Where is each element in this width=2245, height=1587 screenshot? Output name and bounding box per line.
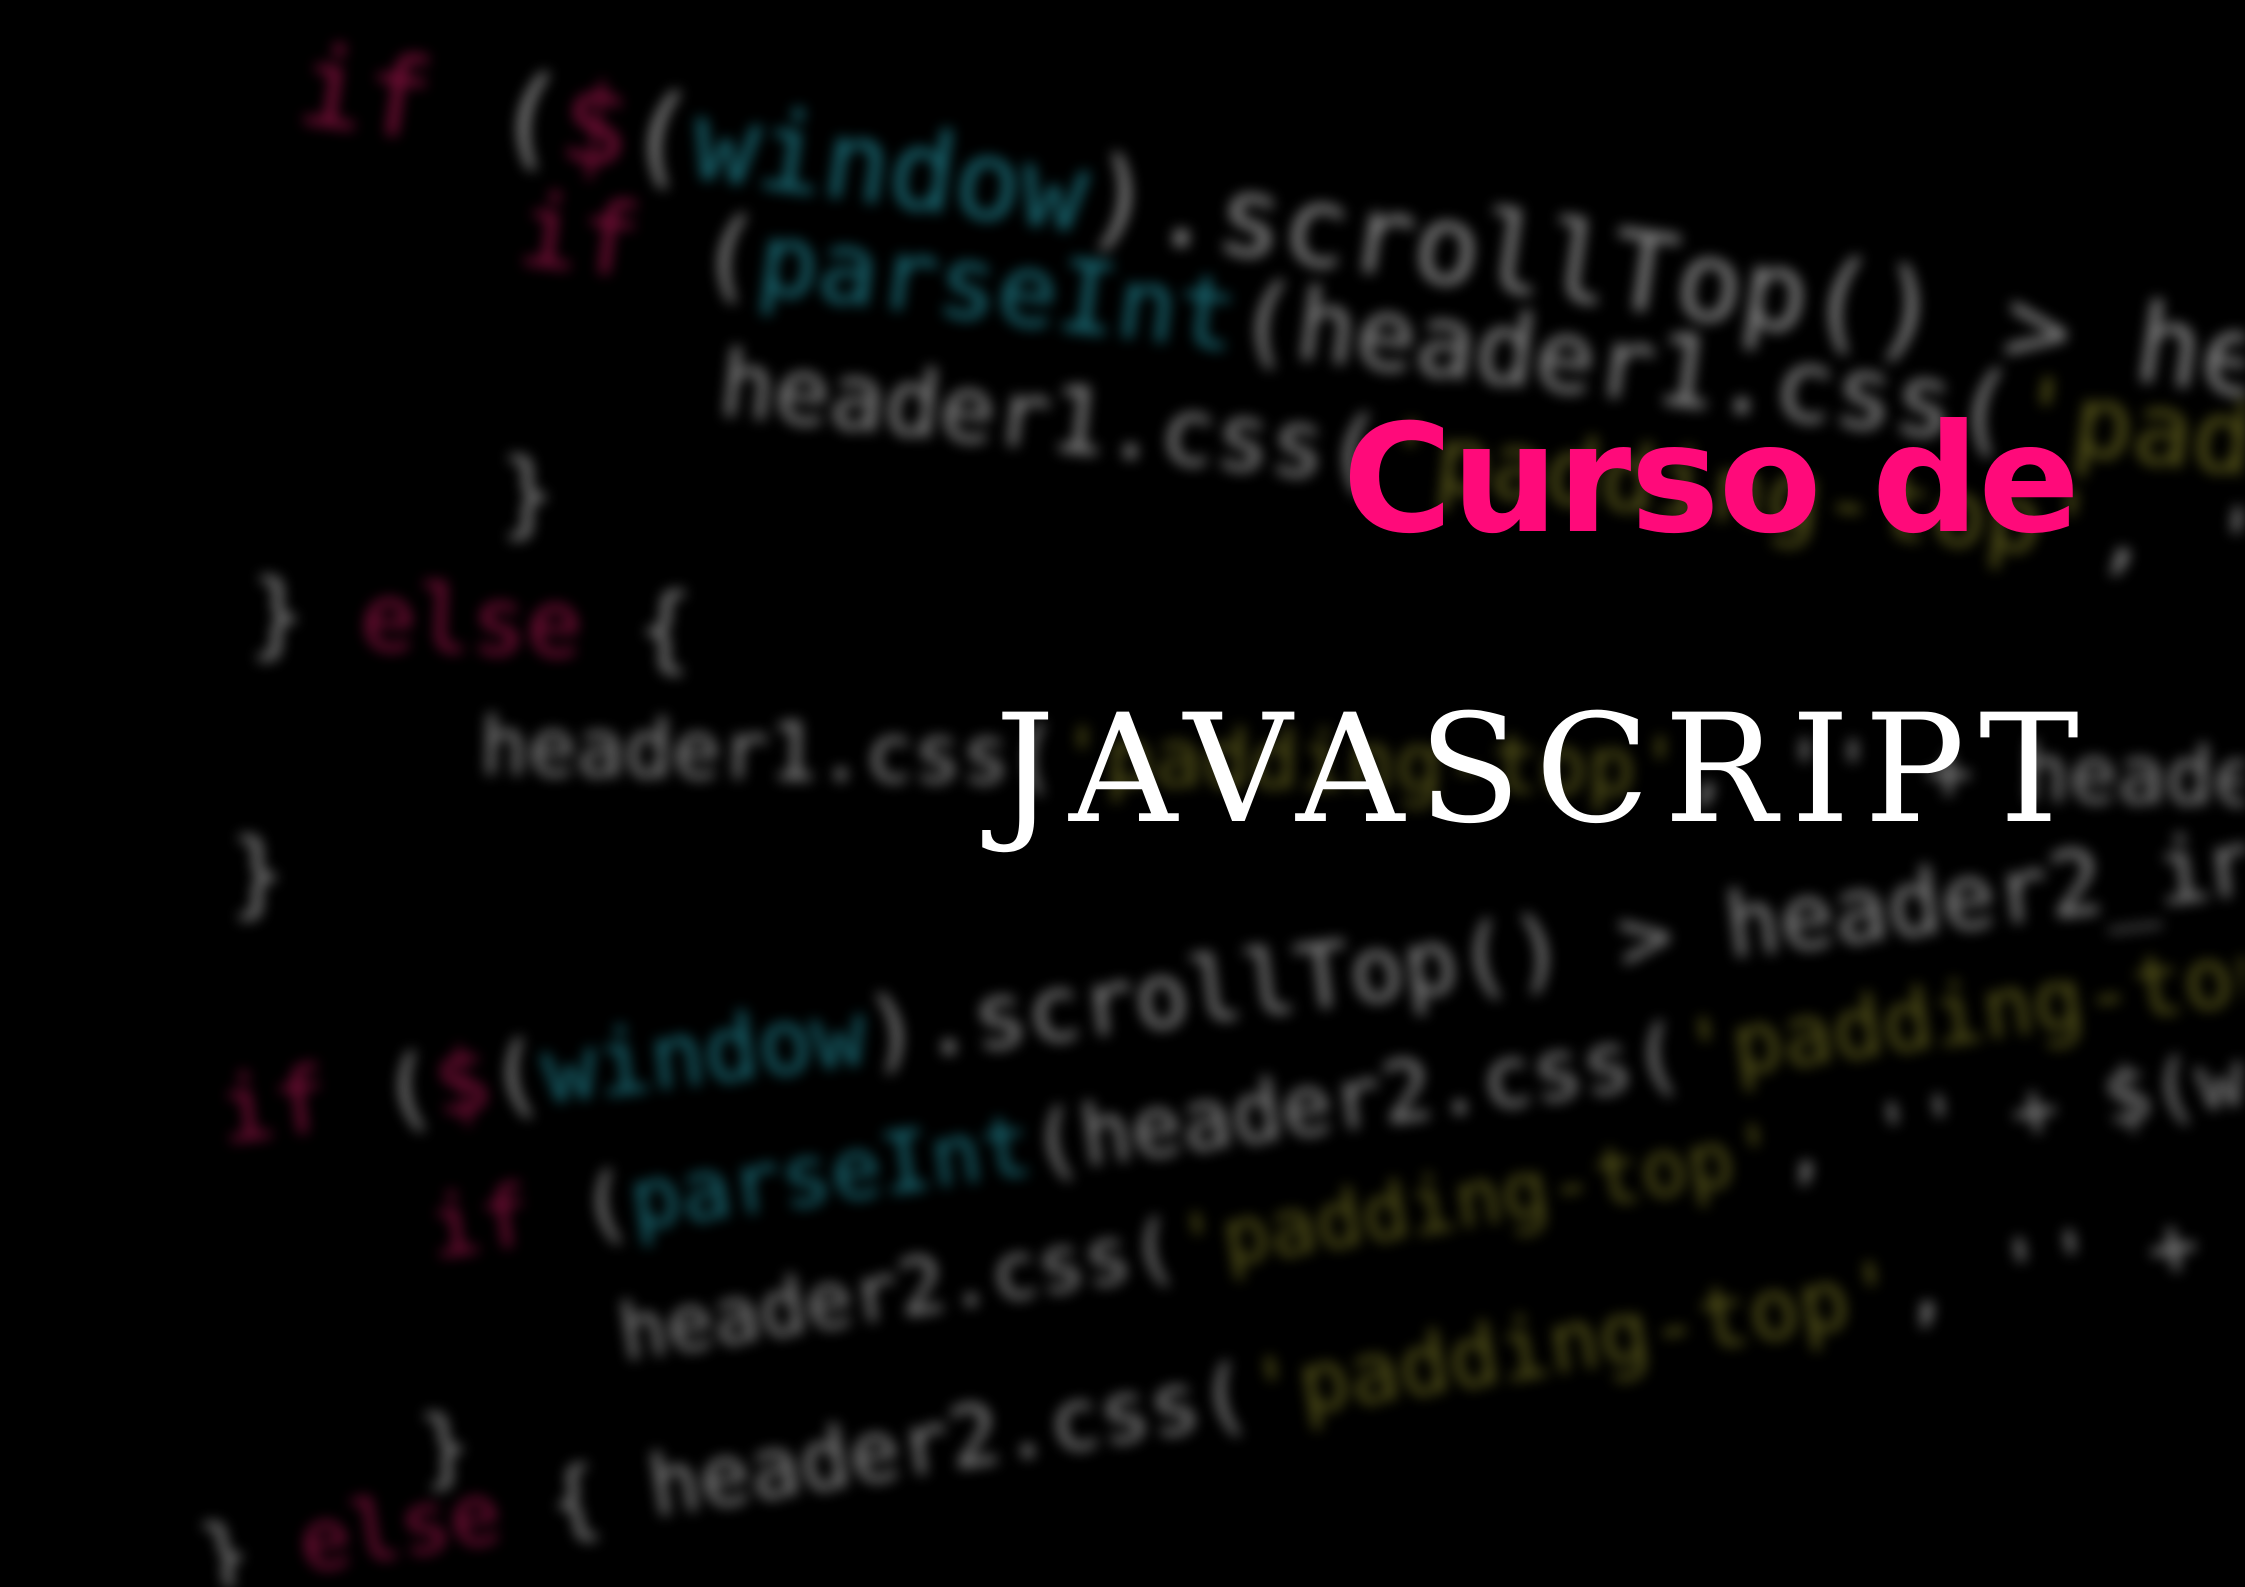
code-line: } [230, 820, 286, 927]
cover-page: if ($(window).scrollTop() > header1_init… [0, 0, 2245, 1587]
code-line: } [500, 440, 556, 547]
title-javascript: JAVASCRIPT [994, 683, 2093, 857]
title-course-of: Curso de [1342, 393, 2080, 567]
code-line: } else { [248, 560, 695, 683]
cover-title: Curso de JAVASCRIPT [995, 393, 2080, 845]
